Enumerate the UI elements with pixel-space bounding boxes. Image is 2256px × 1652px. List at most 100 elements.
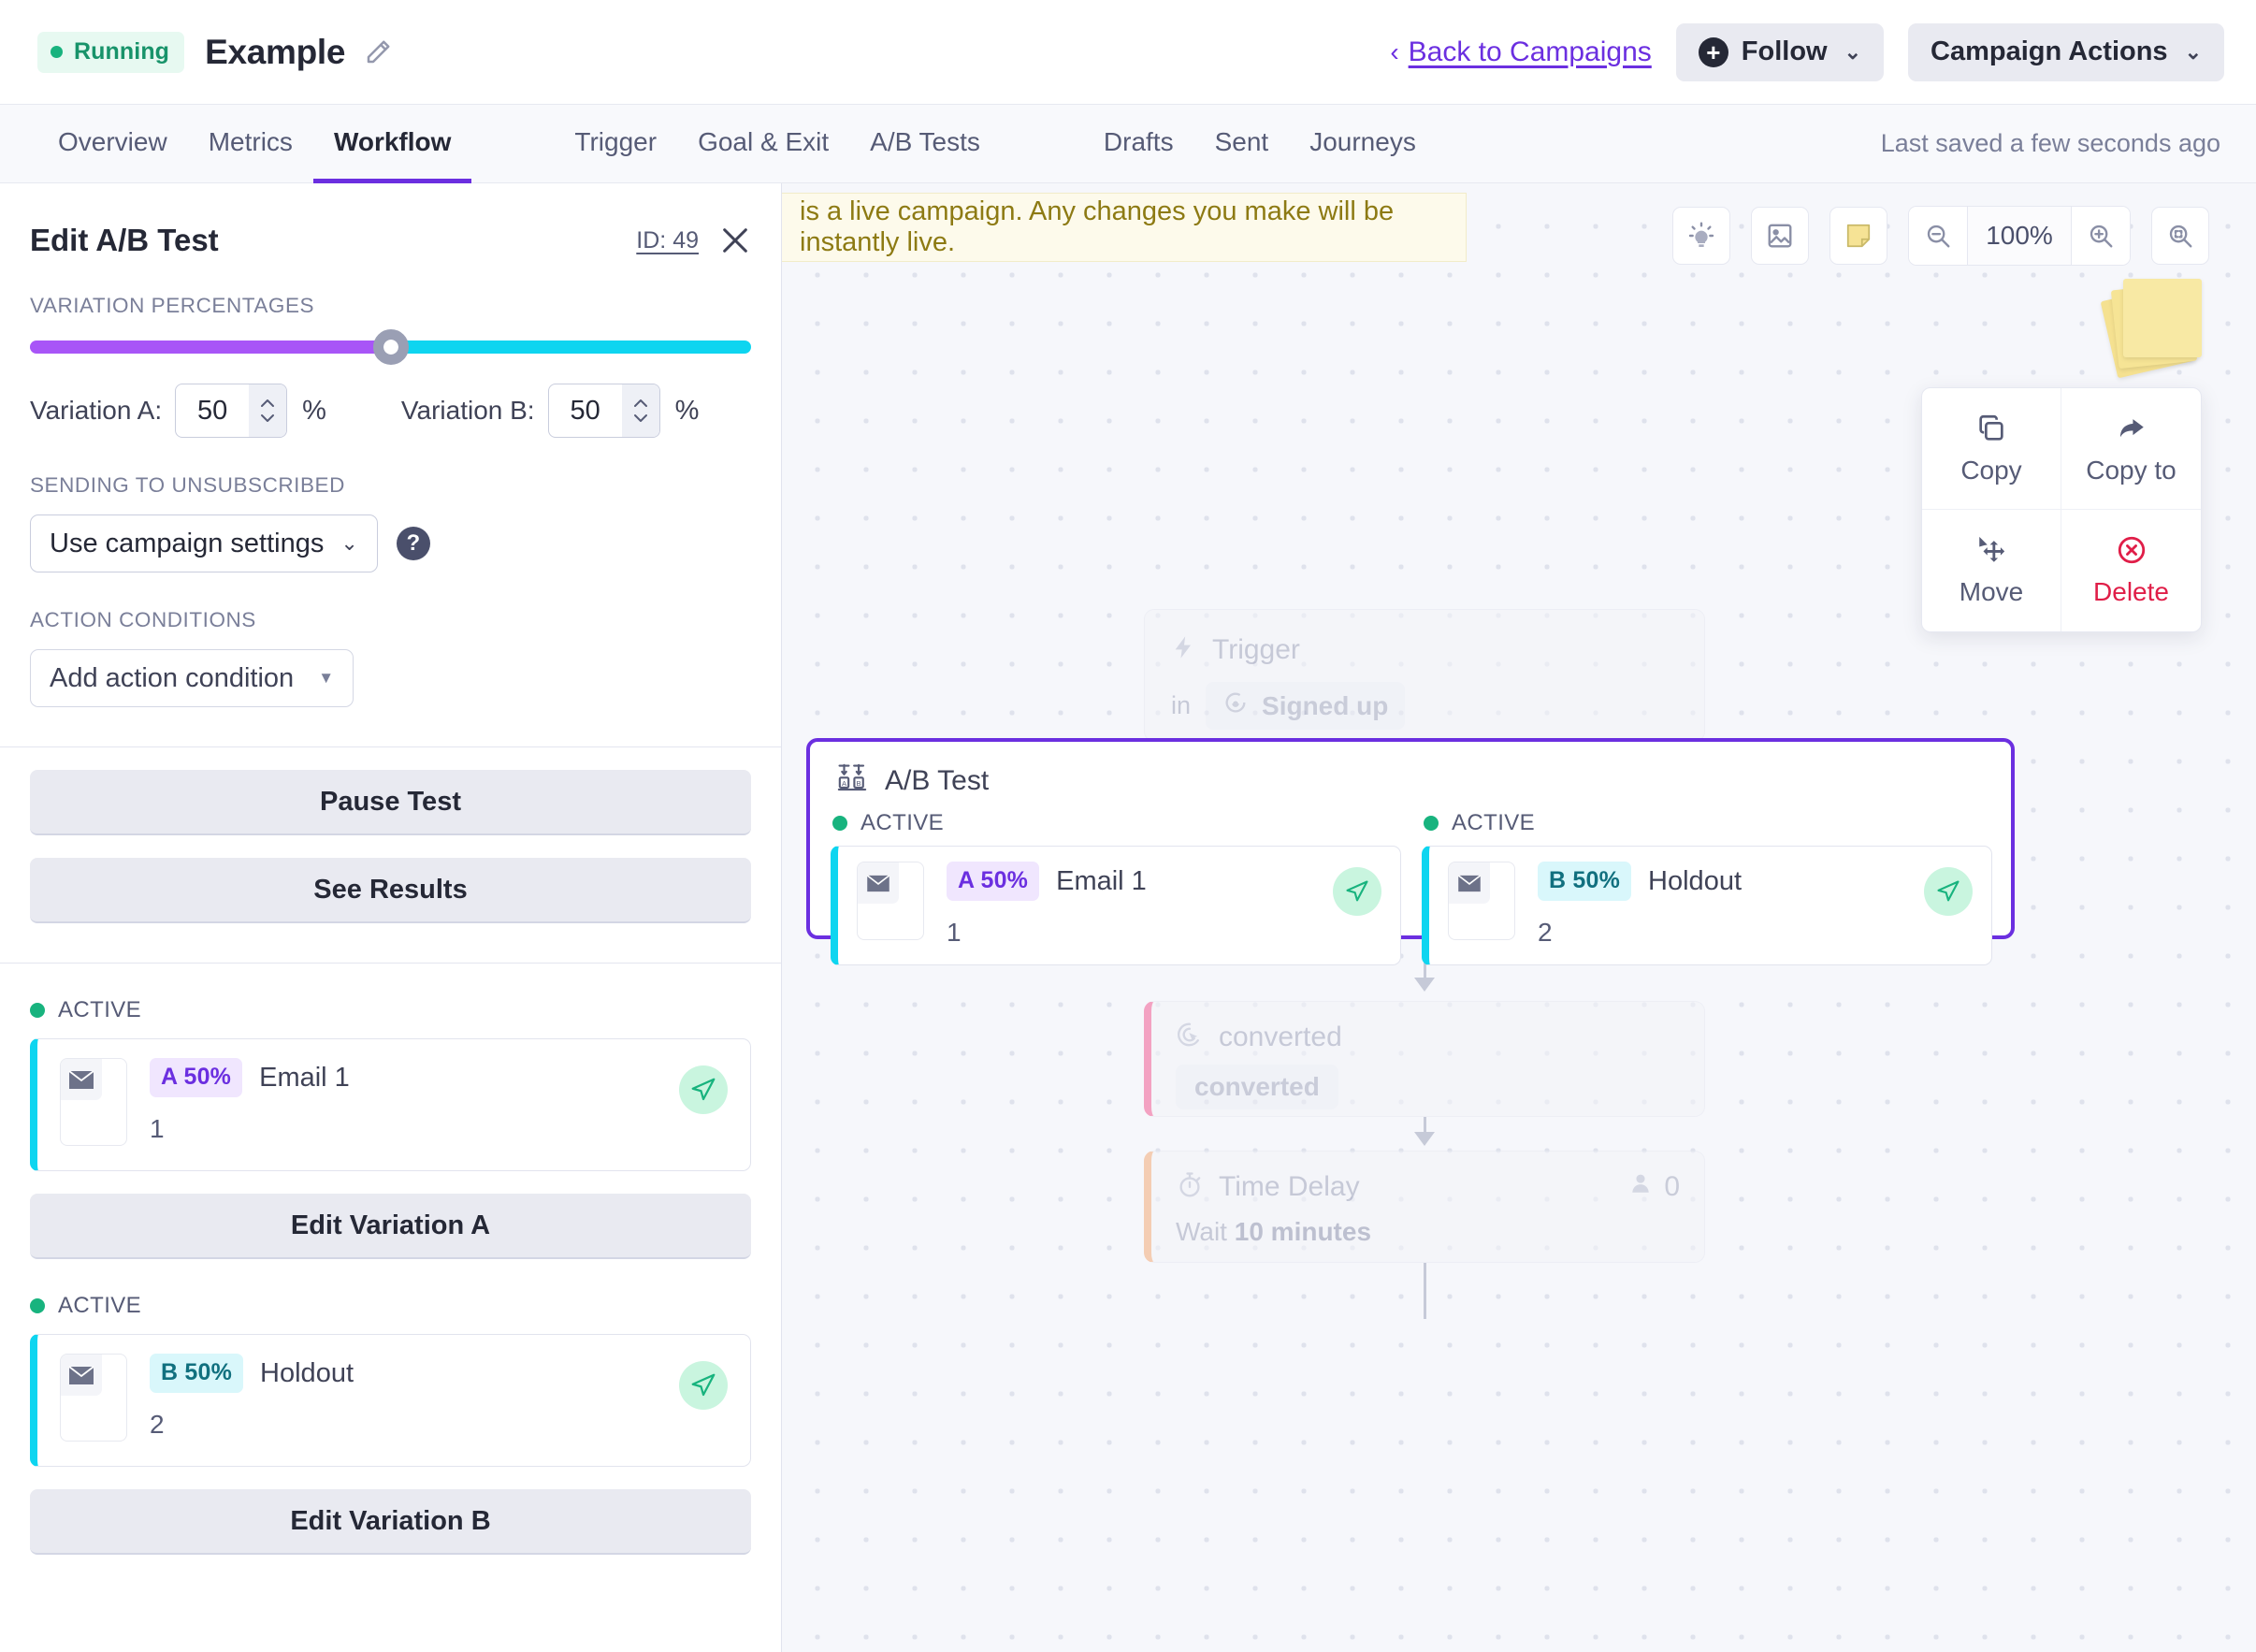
tab-ab-tests[interactable]: A/B Tests (849, 106, 1001, 183)
ab-variation-a-status: ACTIVE (832, 810, 1401, 836)
variation-a-badge: A 50% (150, 1058, 243, 1097)
variation-b-status-label: ACTIVE (58, 1293, 142, 1318)
zoom-out-icon[interactable] (1909, 207, 1967, 265)
email-thumbnail (60, 1354, 127, 1442)
ab-test-id-link[interactable]: ID: 49 (636, 227, 699, 254)
tab-sent[interactable]: Sent (1194, 106, 1290, 183)
sending-to-unsubscribed-select[interactable]: Use campaign settings ⌄ (30, 514, 378, 572)
zoom-level-value[interactable]: 100% (1967, 207, 2072, 265)
edit-variation-b-button[interactable]: Edit Variation B (30, 1489, 751, 1555)
variation-percentages-section: VARIATION PERCENTAGES Variation A: 50 % … (0, 258, 781, 707)
app-root: Running Example ‹ Back to Campaigns + Fo… (0, 0, 2256, 1652)
tab-spacer (1001, 105, 1083, 182)
add-action-condition-label: Add action condition (50, 662, 295, 693)
context-menu-copy-to-label: Copy to (2086, 455, 2176, 485)
variation-a-subtext: 1 (150, 1114, 165, 1143)
sticky-note-icon[interactable] (1829, 207, 1887, 265)
workflow-node-converted[interactable]: converted converted (1144, 1001, 1705, 1117)
tab-goal-exit[interactable]: Goal & Exit (677, 106, 849, 183)
status-badge: Running (37, 31, 185, 73)
last-saved-status: Last saved a few seconds ago (1880, 129, 2220, 157)
question-mark-icon[interactable]: ? (396, 527, 430, 560)
tab-workflow[interactable]: Workflow (312, 106, 472, 183)
variation-b-status: ACTIVE (30, 1293, 751, 1319)
envelope-icon (61, 1355, 102, 1396)
tab-trigger[interactable]: Trigger (554, 106, 677, 183)
status-dot-icon (51, 45, 63, 58)
send-icon (1924, 867, 1973, 916)
connector-arrow (1414, 978, 1435, 992)
live-campaign-banner-text: is a live campaign. Any changes you make… (800, 196, 1395, 257)
workflow-canvas[interactable]: is a live campaign. Any changes you make… (782, 183, 2256, 1652)
tab-drafts[interactable]: Drafts (1083, 106, 1194, 183)
ab-variation-a-status-label: ACTIVE (860, 810, 945, 835)
chevron-left-icon: ‹ (1390, 36, 1399, 66)
variation-split-slider[interactable] (30, 329, 751, 365)
tab-overview[interactable]: Overview (37, 106, 188, 183)
variation-b-spin-buttons[interactable] (621, 384, 659, 437)
variation-b-subtext: 2 (150, 1410, 165, 1439)
context-menu-copy-to[interactable]: Copy to (2061, 388, 2201, 510)
canvas-toolbar: 100% (1672, 206, 2209, 266)
lightbulb-icon[interactable] (1672, 207, 1730, 265)
person-icon (1628, 1170, 1653, 1204)
variation-a-stepper[interactable] (175, 384, 288, 438)
context-menu-copy[interactable]: Copy (1922, 388, 2061, 510)
sticky-note-stack[interactable] (2100, 277, 2211, 379)
slider-fill-a (30, 341, 391, 354)
edit-variation-a-button[interactable]: Edit Variation A (30, 1194, 751, 1259)
variation-a-spin-buttons[interactable] (249, 384, 287, 437)
trigger-title: Trigger (1212, 633, 1300, 665)
status-label: Running (74, 37, 170, 65)
tab-metrics[interactable]: Metrics (188, 106, 313, 183)
ab-variation-a-card[interactable]: A 50% Email 1 1 (831, 846, 1401, 965)
ab-variation-b-status-label: ACTIVE (1452, 810, 1536, 835)
variation-a-input[interactable] (176, 395, 250, 427)
top-header: Running Example ‹ Back to Campaigns + Fo… (0, 0, 2256, 105)
follow-button[interactable]: + Follow ⌄ (1675, 22, 1885, 81)
ab-variation-b-card[interactable]: B 50% Holdout 2 (1422, 846, 1992, 965)
variation-b-section: ACTIVE B 50% Holdout 2 Edit Variation B (0, 1259, 781, 1555)
trigger-segment-chip[interactable]: Signed up (1206, 682, 1406, 730)
context-menu-delete[interactable]: Delete (2061, 510, 2201, 631)
workflow-node-trigger[interactable]: Trigger in Signed up (1144, 609, 1705, 742)
workflow-node-time-delay[interactable]: Time Delay 0 Wait 10 minutes (1144, 1151, 1705, 1263)
converted-title: converted (1219, 1021, 1342, 1052)
zoom-in-icon[interactable] (2072, 207, 2130, 265)
send-icon (1333, 867, 1381, 916)
pencil-icon[interactable] (364, 38, 392, 66)
workflow-node-ab-test[interactable]: A B A/B Test ACTIVE A 50% Email 1 1 ACTI… (806, 738, 2015, 965)
zoom-fit-icon[interactable] (2151, 207, 2209, 265)
panel-header-actions: ID: 49 (636, 225, 751, 256)
converted-chip[interactable]: converted (1176, 1065, 1338, 1109)
see-results-button[interactable]: See Results (30, 858, 751, 923)
action-conditions-label: ACTION CONDITIONS (30, 608, 256, 631)
image-icon[interactable] (1751, 207, 1809, 265)
time-delay-wait: Wait 10 minutes (1176, 1217, 1680, 1247)
ab-variation-a-name: Email 1 (1056, 865, 1147, 896)
chevron-down-icon: ⌄ (1844, 39, 1862, 64)
zoom-control-group: 100% (1908, 206, 2131, 266)
campaign-actions-button[interactable]: Campaign Actions ⌄ (1908, 22, 2224, 81)
tab-journeys[interactable]: Journeys (1289, 106, 1437, 183)
close-icon[interactable] (719, 225, 751, 256)
stopwatch-icon (1176, 1171, 1204, 1204)
variation-a-card[interactable]: A 50% Email 1 1 (30, 1038, 751, 1171)
sending-to-unsubscribed-label: SENDING TO UNSUBSCRIBED (30, 473, 345, 497)
envelope-icon (858, 862, 899, 904)
variation-a-section: ACTIVE A 50% Email 1 1 Edit Variation A (0, 964, 781, 1259)
variation-b-input[interactable] (548, 395, 622, 427)
pause-test-button[interactable]: Pause Test (30, 770, 751, 835)
chevron-down-icon: ⌄ (340, 531, 358, 555)
email-thumbnail (857, 862, 924, 940)
context-menu-move[interactable]: Move (1922, 510, 2061, 631)
variation-b-card[interactable]: B 50% Holdout 2 (30, 1334, 751, 1467)
plus-icon: + (1698, 36, 1728, 67)
time-delay-wait-prefix: Wait (1176, 1217, 1227, 1246)
send-icon (679, 1065, 728, 1114)
variation-a-status: ACTIVE (30, 997, 751, 1023)
slider-handle[interactable] (372, 329, 409, 365)
variation-b-stepper[interactable] (547, 384, 660, 438)
back-to-campaigns-link[interactable]: ‹ Back to Campaigns (1390, 36, 1651, 68)
add-action-condition-select[interactable]: Add action condition ▼ (30, 649, 354, 707)
